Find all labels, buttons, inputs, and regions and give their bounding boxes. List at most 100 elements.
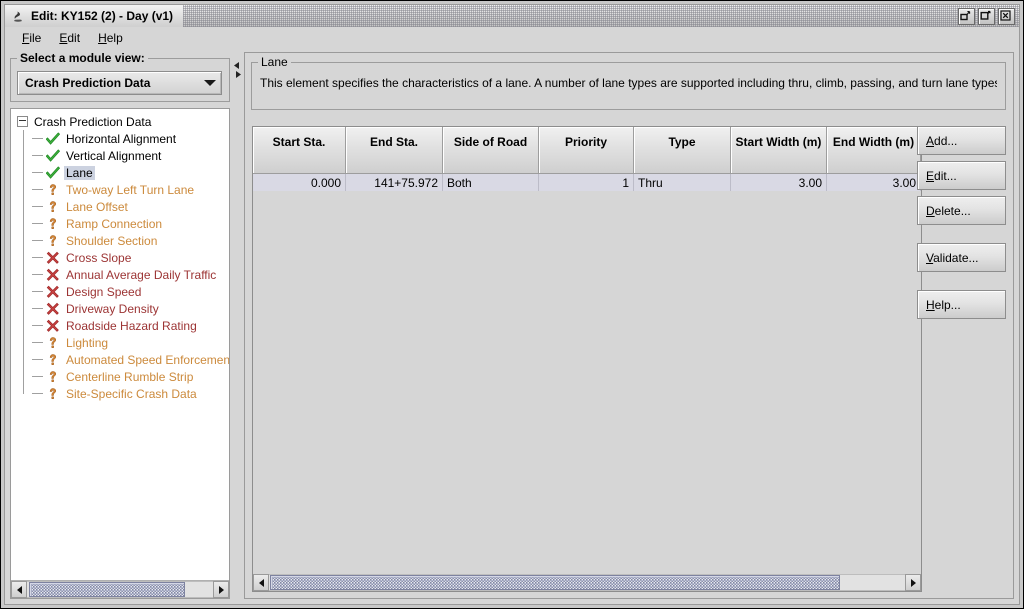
tree-item-label: Vertical Alignment — [66, 148, 162, 163]
module-view-combobox[interactable]: Crash Prediction Data — [17, 71, 222, 95]
table-row[interactable]: 0.000 141+75.972 Both 1 Thru 3.00 3.00 — [253, 174, 921, 191]
maximize-button[interactable] — [978, 8, 995, 25]
question-icon — [46, 336, 60, 350]
menu-bar: File Edit Help — [5, 27, 1019, 50]
tree-item-driveway-density[interactable]: Driveway Density — [11, 300, 229, 317]
element-title: Lane — [258, 55, 291, 69]
tree-item-lighting[interactable]: Lighting — [11, 334, 229, 351]
tree-item-label: Site-Specific Crash Data — [66, 386, 197, 401]
tree-connector-line — [23, 385, 24, 394]
split-collapse-right-icon[interactable] — [234, 67, 241, 78]
menu-edit-rest: dit — [67, 31, 81, 45]
column-header-priority[interactable]: Priority — [539, 127, 634, 174]
close-button[interactable] — [998, 8, 1015, 25]
table-cell: 3.00 — [731, 174, 827, 191]
edit-button[interactable]: Edit... — [917, 161, 1006, 190]
tree-elbow-icon — [32, 385, 44, 402]
add-button[interactable]: Add... — [917, 126, 1006, 155]
column-header-start-sta[interactable]: Start Sta. — [253, 127, 346, 174]
tree-connector-line — [23, 317, 24, 334]
x-icon — [46, 302, 60, 316]
tree-item-centerline-rumble-strip[interactable]: Centerline Rumble Strip — [11, 368, 229, 385]
main-pane: Lane This element specifies the characte… — [244, 52, 1014, 599]
tree-item-lane-offset[interactable]: Lane Offset — [11, 198, 229, 215]
tree-connector-line — [23, 130, 24, 147]
module-view-selected-value: Crash Prediction Data — [25, 76, 151, 90]
question-icon — [46, 183, 60, 197]
table-scroll-thumb[interactable] — [270, 575, 840, 590]
tree-item-label: Cross Slope — [66, 250, 132, 265]
scroll-right-arrow-icon[interactable] — [213, 581, 229, 598]
column-header-type[interactable]: Type — [634, 127, 731, 174]
tree-item-automated-speed-enforcemen[interactable]: Automated Speed Enforcemen — [11, 351, 229, 368]
table-scroll-track[interactable] — [269, 574, 905, 591]
sidebar-scroll-thumb[interactable] — [29, 582, 185, 597]
scroll-left-arrow-icon[interactable] — [11, 581, 27, 598]
element-description: This element specifies the characteristi… — [260, 76, 997, 90]
tree-connector-line — [23, 164, 24, 181]
x-icon — [46, 251, 60, 265]
table-scroll-right-arrow-icon[interactable] — [905, 574, 921, 591]
help-button[interactable]: Help... — [917, 290, 1006, 319]
validate-button[interactable]: Validate... — [917, 243, 1006, 272]
tree-item-annual-average-daily-traffic[interactable]: Annual Average Daily Traffic — [11, 266, 229, 283]
button-label: Edit... — [926, 168, 957, 183]
tree-item-horizontal-alignment[interactable]: Horizontal Alignment — [11, 130, 229, 147]
module-tree-scrollpane: Crash Prediction Data Horizontal Alignme… — [10, 108, 230, 599]
module-tree[interactable]: Crash Prediction Data Horizontal Alignme… — [11, 109, 229, 580]
tree-item-design-speed[interactable]: Design Speed — [11, 283, 229, 300]
column-header-side-of-road[interactable]: Side of Road — [443, 127, 539, 174]
tree-connector-line — [23, 351, 24, 368]
tree-root-label: Crash Prediction Data — [34, 114, 152, 129]
table-cell: Thru — [634, 174, 731, 191]
tree-root-node[interactable]: Crash Prediction Data — [11, 113, 229, 130]
tree-connector-line — [23, 283, 24, 300]
tree-elbow-icon — [32, 300, 44, 317]
java-duke-icon — [11, 9, 25, 23]
button-spacer — [917, 278, 1006, 290]
menu-help[interactable]: Help — [89, 29, 132, 47]
menu-edit[interactable]: Edit — [50, 29, 89, 47]
tree-item-label: Horizontal Alignment — [66, 131, 177, 146]
tree-item-roadside-hazard-rating[interactable]: Roadside Hazard Rating — [11, 317, 229, 334]
question-icon — [46, 217, 60, 231]
tree-item-label: Lane Offset — [66, 199, 128, 214]
tree-item-two-way-left-turn-lane[interactable]: Two-way Left Turn Lane — [11, 181, 229, 198]
tree-item-label: Automated Speed Enforcemen — [66, 352, 229, 367]
application-window: Edit: KY152 (2) - Day (v1) File Edit Hel… — [0, 0, 1024, 609]
question-icon — [46, 353, 60, 367]
delete-button[interactable]: Delete... — [917, 196, 1006, 225]
lane-table-horizontal-scrollbar[interactable] — [253, 574, 921, 591]
tree-elbow-icon — [32, 130, 44, 147]
tree-item-ramp-connection[interactable]: Ramp Connection — [11, 215, 229, 232]
split-collapse-left-icon[interactable] — [234, 58, 241, 69]
element-description-group: Lane This element specifies the characte… — [251, 55, 1006, 110]
sidebar-horizontal-scrollbar[interactable] — [11, 580, 229, 598]
tree-item-label: Two-way Left Turn Lane — [66, 182, 195, 197]
button-label: Add... — [926, 133, 958, 148]
title-bar-label-group: Edit: KY152 (2) - Day (v1) — [5, 5, 184, 27]
column-header-start-width-m[interactable]: Start Width (m) — [731, 127, 827, 174]
sidebar-pane: Select a module view: Crash Prediction D… — [10, 51, 232, 599]
tree-item-site-specific-crash-data[interactable]: Site-Specific Crash Data — [11, 385, 229, 402]
column-header-end-width-m[interactable]: End Width (m) — [827, 127, 921, 174]
window-title: Edit: KY152 (2) - Day (v1) — [31, 9, 174, 23]
lane-table-body[interactable]: 0.000 141+75.972 Both 1 Thru 3.00 3.00 — [253, 174, 921, 573]
split-pane-divider[interactable] — [233, 52, 242, 599]
tree-item-shoulder-section[interactable]: Shoulder Section — [11, 232, 229, 249]
tree-elbow-icon — [32, 181, 44, 198]
minimize-button[interactable] — [958, 8, 975, 25]
tree-item-label: Roadside Hazard Rating — [66, 318, 197, 333]
column-header-end-sta[interactable]: End Sta. — [346, 127, 443, 174]
table-scroll-left-arrow-icon[interactable] — [253, 574, 269, 591]
collapse-toggle-icon[interactable] — [17, 116, 28, 127]
question-icon — [46, 200, 60, 214]
sidebar-scroll-track[interactable] — [27, 581, 213, 598]
table-cell: 3.00 — [827, 174, 921, 191]
tree-connector-line — [23, 147, 24, 164]
tree-item-lane[interactable]: Lane — [11, 164, 229, 181]
tree-item-vertical-alignment[interactable]: Vertical Alignment — [11, 147, 229, 164]
tree-item-cross-slope[interactable]: Cross Slope — [11, 249, 229, 266]
tree-connector-line — [23, 232, 24, 249]
menu-file[interactable]: File — [13, 29, 50, 47]
